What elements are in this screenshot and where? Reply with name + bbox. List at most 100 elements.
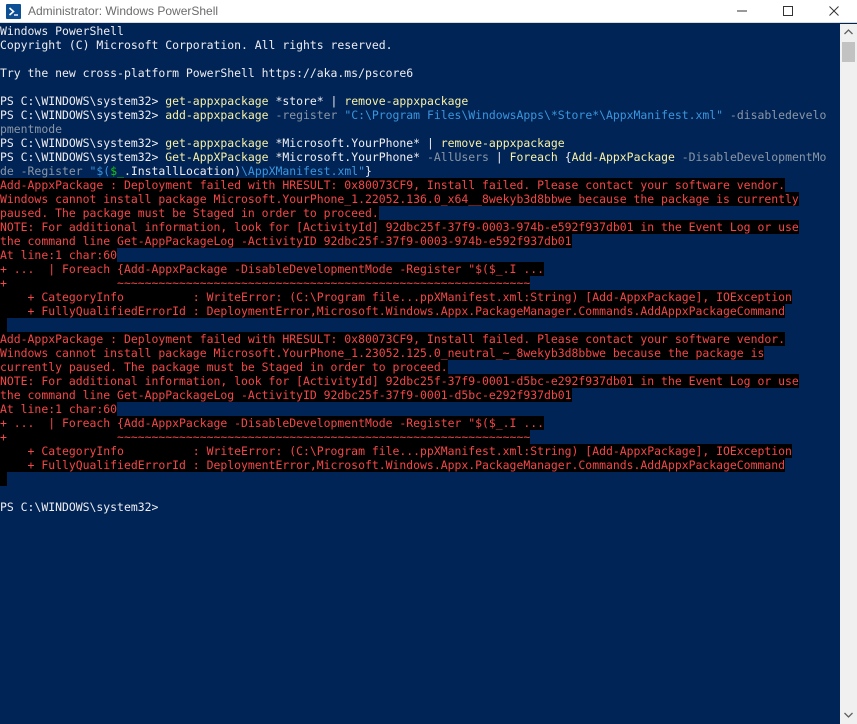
- error-text: + ... | Foreach {Add-AppxPackage -Disabl…: [0, 416, 544, 430]
- vertical-scrollbar[interactable]: [840, 24, 857, 724]
- minimize-icon: [737, 10, 747, 12]
- error-text: At line:1 char:60: [0, 402, 118, 416]
- token-plain: }: [365, 164, 372, 178]
- error-line: Add-AppxPackage : Deployment failed with…: [0, 332, 840, 346]
- error-text: [0, 318, 7, 332]
- console-line: PS C:\WINDOWS\system32> add-appxpackage …: [0, 108, 840, 122]
- close-button[interactable]: [811, 0, 857, 23]
- error-text: [0, 472, 7, 486]
- token-plain: {: [564, 150, 572, 164]
- chevron-down-icon: [844, 712, 853, 718]
- error-line: + CategoryInfo : WriteError: (C:\Program…: [0, 290, 840, 304]
- error-line: At line:1 char:60: [0, 248, 840, 262]
- error-text: Add-AppxPackage : Deployment failed with…: [0, 332, 785, 346]
- error-line: the command line Get-AppPackageLog -Acti…: [0, 234, 840, 248]
- scroll-up-button[interactable]: [840, 24, 857, 41]
- console-output[interactable]: Windows PowerShell Copyright (C) Microsof…: [0, 24, 840, 724]
- console-line: Copyright (C) Microsoft Corporation. All…: [0, 38, 840, 52]
- error-line: + FullyQualifiedErrorId : DeploymentErro…: [0, 458, 840, 472]
- token-param: -DisableDevelopmentMo: [674, 150, 827, 164]
- console-line: PS C:\WINDOWS\system32> Get-AppXPackage …: [0, 150, 840, 164]
- error-line: the command line Get-AppPackageLog -Acti…: [0, 388, 840, 402]
- error-text: + ~~~~~~~~~~~~~~~~~~~~~~~~~~~~~~~~~~~~~~…: [0, 430, 531, 444]
- powershell-icon[interactable]: [6, 4, 21, 19]
- console-line: Windows PowerShell: [0, 24, 840, 38]
- error-text: currently paused. The package must be St…: [0, 360, 448, 374]
- token-cmd: add-appxpackage: [165, 108, 269, 122]
- token-var: $_: [110, 164, 124, 178]
- window-title: Administrator: Windows PowerShell: [28, 4, 219, 18]
- token-plain: |: [426, 136, 441, 150]
- token-plain: *Microsoft.YourPhone*: [268, 150, 427, 164]
- token-cmd: Add-AppxPackage: [571, 150, 675, 164]
- token-cmd: Foreach: [509, 150, 565, 164]
- token-plain: Try the new cross-platform PowerShell ht…: [0, 66, 414, 80]
- console-line: pmentmode: [0, 122, 840, 136]
- error-text: At line:1 char:60: [0, 248, 118, 262]
- error-text: + CategoryInfo : WriteError: (C:\Program…: [0, 444, 792, 458]
- token-str: \AppXManifest.xml": [241, 164, 365, 178]
- error-line: + CategoryInfo : WriteError: (C:\Program…: [0, 444, 840, 458]
- error-text: Add-AppxPackage : Deployment failed with…: [0, 178, 785, 192]
- token-cmd: get-appxpackage: [165, 136, 269, 150]
- error-text: paused. The package must be Staged in or…: [0, 206, 379, 220]
- token-plain: *store*: [268, 94, 331, 108]
- scroll-thumb[interactable]: [842, 42, 855, 62]
- error-line: + ~~~~~~~~~~~~~~~~~~~~~~~~~~~~~~~~~~~~~~…: [0, 276, 840, 290]
- token-plain: PS C:\WINDOWS\system32>: [0, 108, 166, 122]
- error-line: + ... | Foreach {Add-AppxPackage -Disabl…: [0, 262, 840, 276]
- maximize-icon: [783, 6, 793, 16]
- error-text: + ~~~~~~~~~~~~~~~~~~~~~~~~~~~~~~~~~~~~~~…: [0, 276, 531, 290]
- token-param: -register: [268, 108, 345, 122]
- token-param: pmentmode: [0, 122, 62, 136]
- token-plain: PS C:\WINDOWS\system32>: [0, 94, 166, 108]
- error-line: Windows cannot install package Microsoft…: [0, 346, 840, 360]
- token-plain: *Microsoft.YourPhone*: [268, 136, 427, 150]
- token-cmd: remove-appxpackage: [440, 136, 565, 150]
- error-line: currently paused. The package must be St…: [0, 360, 840, 374]
- token-str: "$(: [89, 164, 111, 178]
- maximize-button[interactable]: [765, 0, 811, 23]
- console-line: PS C:\WINDOWS\system32> get-appxpackage …: [0, 136, 840, 150]
- console-line: PS C:\WINDOWS\system32>: [0, 500, 840, 514]
- error-line: NOTE: For additional information, look f…: [0, 374, 840, 388]
- error-text: the command line Get-AppPackageLog -Acti…: [0, 234, 572, 248]
- error-text: + FullyQualifiedErrorId : DeploymentErro…: [0, 458, 785, 472]
- token-param: de -Register: [0, 164, 90, 178]
- token-cmd: get-appxpackage: [165, 94, 269, 108]
- token-plain: .InstallLocation): [123, 164, 242, 178]
- error-text: + ... | Foreach {Add-AppxPackage -Disabl…: [0, 262, 544, 276]
- console-line: de -Register "$($_.InstallLocation)\AppX…: [0, 164, 840, 178]
- error-line: + FullyQualifiedErrorId : DeploymentErro…: [0, 304, 840, 318]
- token-param: -AllUsers: [426, 150, 496, 164]
- token-plain: |: [495, 150, 510, 164]
- scroll-down-button[interactable]: [840, 707, 857, 724]
- error-line: [0, 472, 840, 486]
- token-cmd: Get-AppXPackage: [165, 150, 269, 164]
- token-plain: |: [330, 94, 345, 108]
- console-line: Try the new cross-platform PowerShell ht…: [0, 66, 840, 80]
- token-plain: PS C:\WINDOWS\system32>: [0, 150, 166, 164]
- error-text: Windows cannot install package Microsoft…: [0, 346, 765, 360]
- token-cmd: remove-appxpackage: [344, 94, 469, 108]
- error-text: + CategoryInfo : WriteError: (C:\Program…: [0, 290, 792, 304]
- console-line: PS C:\WINDOWS\system32> get-appxpackage …: [0, 94, 840, 108]
- error-text: Windows cannot install package Microsoft…: [0, 192, 799, 206]
- token-plain: PS C:\WINDOWS\system32>: [0, 136, 166, 150]
- token-param: -disabledevelo: [723, 108, 827, 122]
- error-line: Add-AppxPackage : Deployment failed with…: [0, 178, 840, 192]
- title-bar[interactable]: Administrator: Windows PowerShell: [0, 0, 857, 23]
- token-str: "C:\Program Files\WindowsApps\*Store*\Ap…: [344, 108, 724, 122]
- error-line: + ~~~~~~~~~~~~~~~~~~~~~~~~~~~~~~~~~~~~~~…: [0, 430, 840, 444]
- error-line: [0, 318, 840, 332]
- error-text: NOTE: For additional information, look f…: [0, 220, 799, 234]
- token-plain: Copyright (C) Microsoft Corporation. All…: [0, 38, 393, 52]
- error-text: NOTE: For additional information, look f…: [0, 374, 799, 388]
- error-line: Windows cannot install package Microsoft…: [0, 192, 840, 206]
- token-plain: Windows PowerShell: [0, 24, 124, 38]
- minimize-button[interactable]: [719, 0, 765, 23]
- error-line: + ... | Foreach {Add-AppxPackage -Disabl…: [0, 416, 840, 430]
- error-line: NOTE: For additional information, look f…: [0, 220, 840, 234]
